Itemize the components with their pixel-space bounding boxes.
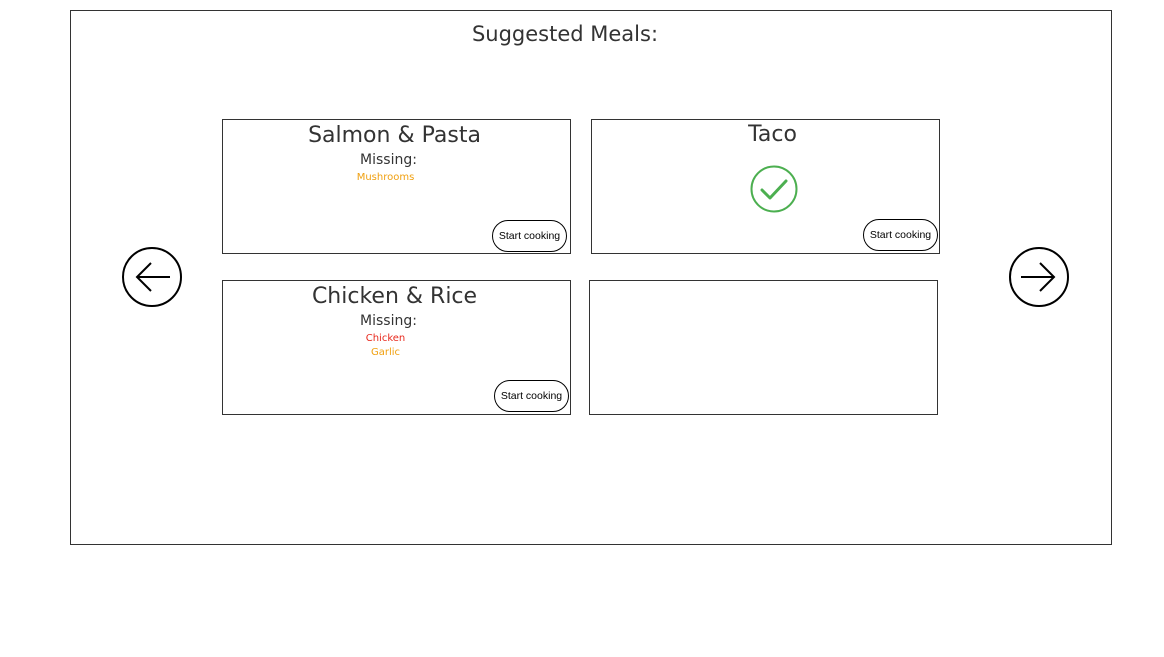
missing-label: Missing: xyxy=(360,152,417,168)
missing-ingredient: Garlic xyxy=(370,347,401,358)
arrow-right-icon xyxy=(1021,262,1056,292)
check-circle-icon xyxy=(750,165,798,213)
start-cooking-button[interactable]: Start cooking xyxy=(863,219,938,251)
arrow-left-icon xyxy=(135,262,170,292)
missing-ingredients-list: Chicken Garlic xyxy=(223,332,548,360)
meal-card-salmon-pasta[interactable]: Salmon & Pasta Missing: Mushrooms Start … xyxy=(222,119,571,254)
previous-page-button[interactable] xyxy=(122,247,182,307)
meal-title: Taco xyxy=(748,122,797,147)
missing-ingredient: Mushrooms xyxy=(356,172,415,183)
page-title: Suggested Meals: xyxy=(471,22,659,46)
meal-title: Salmon & Pasta xyxy=(308,123,481,148)
start-cooking-button[interactable]: Start cooking xyxy=(494,380,569,412)
start-cooking-button[interactable]: Start cooking xyxy=(492,220,567,252)
suggested-meals-panel xyxy=(70,10,1112,545)
meal-card-taco[interactable]: Taco Start cooking xyxy=(591,119,940,254)
meal-card-empty xyxy=(589,280,938,415)
missing-label: Missing: xyxy=(360,313,417,329)
meal-card-chicken-rice[interactable]: Chicken & Rice Missing: Chicken Garlic S… xyxy=(222,280,571,415)
missing-ingredient: Chicken xyxy=(365,333,406,344)
missing-ingredients-list: Mushrooms xyxy=(223,171,548,185)
meal-title: Chicken & Rice xyxy=(311,284,478,309)
next-page-button[interactable] xyxy=(1009,247,1069,307)
